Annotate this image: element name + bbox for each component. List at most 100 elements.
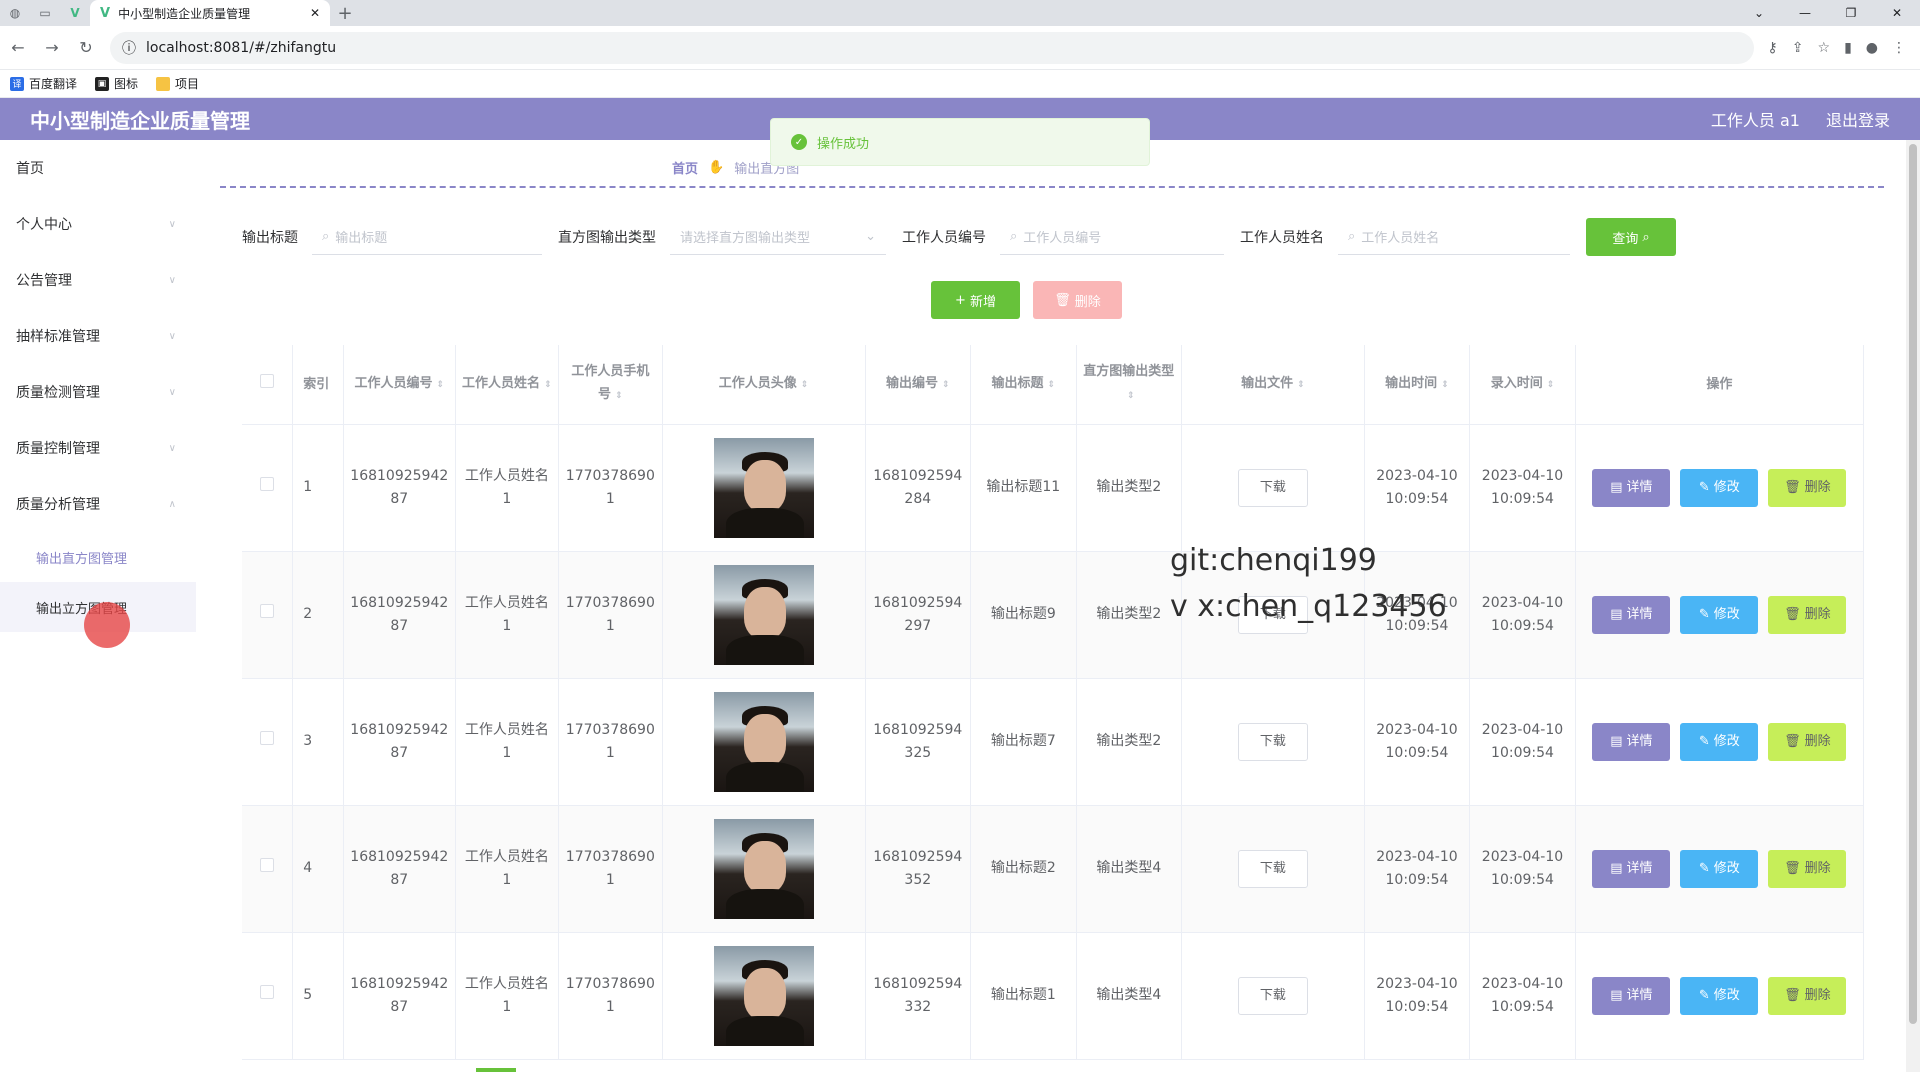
type-select[interactable]: 请选择直方图输出类型 ⌄ (670, 219, 886, 255)
back-arrow-icon[interactable]: ← (8, 38, 28, 57)
download-button[interactable]: 下载 (1237, 849, 1308, 888)
globe-icon[interactable]: ◍ (0, 0, 30, 26)
key-icon[interactable]: ⚷ (1768, 40, 1778, 56)
avatar[interactable] (713, 691, 814, 792)
edit-button[interactable]: ✎ 修改 (1680, 468, 1759, 507)
blank-tab-icon[interactable]: ▭ (30, 0, 60, 26)
col-staff-avatar[interactable]: 工作人员头像 ⇕ (662, 345, 866, 425)
sort-icon[interactable]: ⇕ (1048, 380, 1056, 390)
delete-button[interactable]: 🗑 删除 (1768, 595, 1847, 634)
add-button[interactable]: + 新增 (931, 281, 1020, 319)
sidebar-item-control[interactable]: 质量控制管理 ∨ (0, 420, 196, 476)
new-tab-button[interactable]: + (330, 0, 360, 26)
bookmark-icons[interactable]: ▣ 图标 (95, 75, 138, 92)
avatar[interactable] (713, 437, 814, 538)
row-checkbox[interactable] (260, 731, 275, 745)
sort-icon[interactable]: ⇕ (942, 380, 950, 390)
page-scrollbar[interactable] (1906, 140, 1920, 1072)
chevron-down-icon[interactable]: ⌄ (1736, 0, 1782, 26)
download-button[interactable]: 下载 (1237, 468, 1308, 507)
sort-icon[interactable]: ⇕ (1547, 380, 1555, 390)
sidebar-subitem-histogram[interactable]: 输出直方图管理 (0, 532, 196, 582)
col-staff-phone[interactable]: 工作人员手机号 ⇕ (558, 345, 663, 425)
pagination-active-page[interactable] (476, 1068, 516, 1072)
sidebar-item-analysis[interactable]: 质量分析管理 ∧ (0, 476, 196, 532)
profile-icon[interactable]: ● (1866, 40, 1878, 56)
sort-icon[interactable]: ⇕ (801, 380, 809, 390)
col-staff-name[interactable]: 工作人员姓名 ⇕ (455, 345, 560, 425)
col-output-code[interactable]: 输出编号 ⇕ (865, 345, 972, 425)
detail-button[interactable]: ▤ 详情 (1592, 722, 1671, 761)
delete-button[interactable]: 🗑 删除 (1768, 468, 1847, 507)
detail-button[interactable]: ▤ 详情 (1592, 595, 1671, 634)
logout-link[interactable]: 退出登录 (1826, 107, 1890, 131)
row-checkbox[interactable] (260, 477, 275, 491)
select-all-checkbox[interactable] (260, 373, 275, 388)
col-output-title[interactable]: 输出标题 ⇕ (970, 345, 1077, 425)
reload-icon[interactable]: ↻ (76, 38, 96, 57)
share-icon[interactable]: ⇪ (1792, 40, 1804, 56)
col-staff-code[interactable]: 工作人员编号 ⇕ (343, 345, 456, 425)
sort-icon[interactable]: ⇕ (544, 380, 552, 390)
kebab-menu-icon[interactable]: ⋮ (1892, 40, 1906, 56)
edit-button[interactable]: ✎ 修改 (1680, 722, 1759, 761)
col-output-file[interactable]: 输出文件 ⇕ (1181, 345, 1365, 425)
download-button[interactable]: 下载 (1237, 722, 1308, 761)
restore-icon[interactable]: ❐ (1828, 0, 1874, 26)
table-row[interactable]: 3 1681092594287 工作人员姓名1 17703786901 16810925… (242, 678, 1865, 806)
download-button[interactable]: 下载 (1237, 976, 1308, 1015)
minimize-icon[interactable]: — (1782, 0, 1828, 26)
table-row[interactable]: 2 1681092594287 工作人员姓名1 17703786901 16810925… (242, 551, 1865, 679)
info-icon[interactable]: ⓘ (122, 38, 136, 58)
code-search-input[interactable]: ⌕ 工作人员编号 (1000, 219, 1224, 255)
sort-icon[interactable]: ⇕ (615, 391, 623, 401)
delete-button[interactable]: 🗑 删除 (1768, 849, 1847, 888)
bookmark-project[interactable]: 项目 (156, 75, 199, 92)
url-field[interactable]: ⓘ localhost:8081/#/zhifangtu (110, 31, 1754, 64)
close-window-icon[interactable]: ✕ (1874, 0, 1920, 26)
col-output-time[interactable]: 输出时间 ⇕ (1364, 345, 1471, 425)
col-entry-time[interactable]: 录入时间 ⇕ (1469, 345, 1576, 425)
col-hist-type[interactable]: 直方图输出类型⇕ (1076, 345, 1183, 425)
table-row[interactable]: 4 1681092594287 工作人员姓名1 17703786901 16810925… (242, 805, 1865, 933)
breadcrumb-home[interactable]: 首页 (672, 158, 698, 177)
sort-icon[interactable]: ⇕ (437, 380, 445, 390)
detail-button[interactable]: ▤ 详情 (1592, 849, 1671, 888)
vue-tab-icon[interactable]: V (60, 0, 90, 26)
sidebar-item-home[interactable]: 首页 (0, 140, 196, 196)
table-row[interactable]: 5 1681092594287 工作人员姓名1 17703786901 16810925… (242, 932, 1865, 1060)
sidebar-item-inspection[interactable]: 质量检测管理 ∨ (0, 364, 196, 420)
star-icon[interactable]: ☆ (1818, 40, 1831, 56)
close-tab-icon[interactable]: ✕ (310, 6, 320, 20)
batch-delete-button[interactable]: 🗑 删除 (1033, 281, 1122, 319)
sort-icon[interactable]: ⇕ (1441, 380, 1449, 390)
sidebar-item-sampling[interactable]: 抽样标准管理 ∨ (0, 308, 196, 364)
avatar[interactable] (713, 564, 814, 665)
query-button[interactable]: 查询 ⌕ (1586, 218, 1676, 256)
table-row[interactable]: 1 1681092594287 工作人员姓名1 17703786901 16810925… (242, 424, 1865, 552)
edit-button[interactable]: ✎ 修改 (1680, 849, 1759, 888)
sidebar-item-personal[interactable]: 个人中心 ∨ (0, 196, 196, 252)
detail-button[interactable]: ▤ 详情 (1592, 468, 1671, 507)
sidebar-item-notice[interactable]: 公告管理 ∨ (0, 252, 196, 308)
avatar[interactable] (713, 945, 814, 1046)
search-icon: ⌕ (1642, 229, 1650, 245)
sidepanel-icon[interactable]: ▮ (1844, 40, 1852, 56)
sort-icon[interactable]: ⇕ (1127, 391, 1135, 401)
active-browser-tab[interactable]: V 中小型制造企业质量管理 ✕ (90, 0, 330, 26)
row-checkbox[interactable] (260, 985, 275, 999)
edit-button[interactable]: ✎ 修改 (1680, 976, 1759, 1015)
title-search-input[interactable]: ⌕ 输出标题 (312, 219, 542, 255)
detail-button[interactable]: ▤ 详情 (1592, 976, 1671, 1015)
sort-icon[interactable]: ⇕ (1297, 380, 1305, 390)
edit-button[interactable]: ✎ 修改 (1680, 595, 1759, 634)
row-checkbox[interactable] (260, 604, 275, 618)
scrollbar-thumb[interactable] (1909, 144, 1917, 1024)
name-search-input[interactable]: ⌕ 工作人员姓名 (1338, 219, 1570, 255)
forward-arrow-icon[interactable]: → (42, 38, 62, 57)
delete-button[interactable]: 🗑 删除 (1768, 976, 1847, 1015)
bookmark-baidu-translate[interactable]: 译 百度翻译 (10, 75, 77, 92)
row-checkbox[interactable] (260, 858, 275, 872)
avatar[interactable] (713, 818, 814, 919)
delete-button[interactable]: 🗑 删除 (1768, 722, 1847, 761)
